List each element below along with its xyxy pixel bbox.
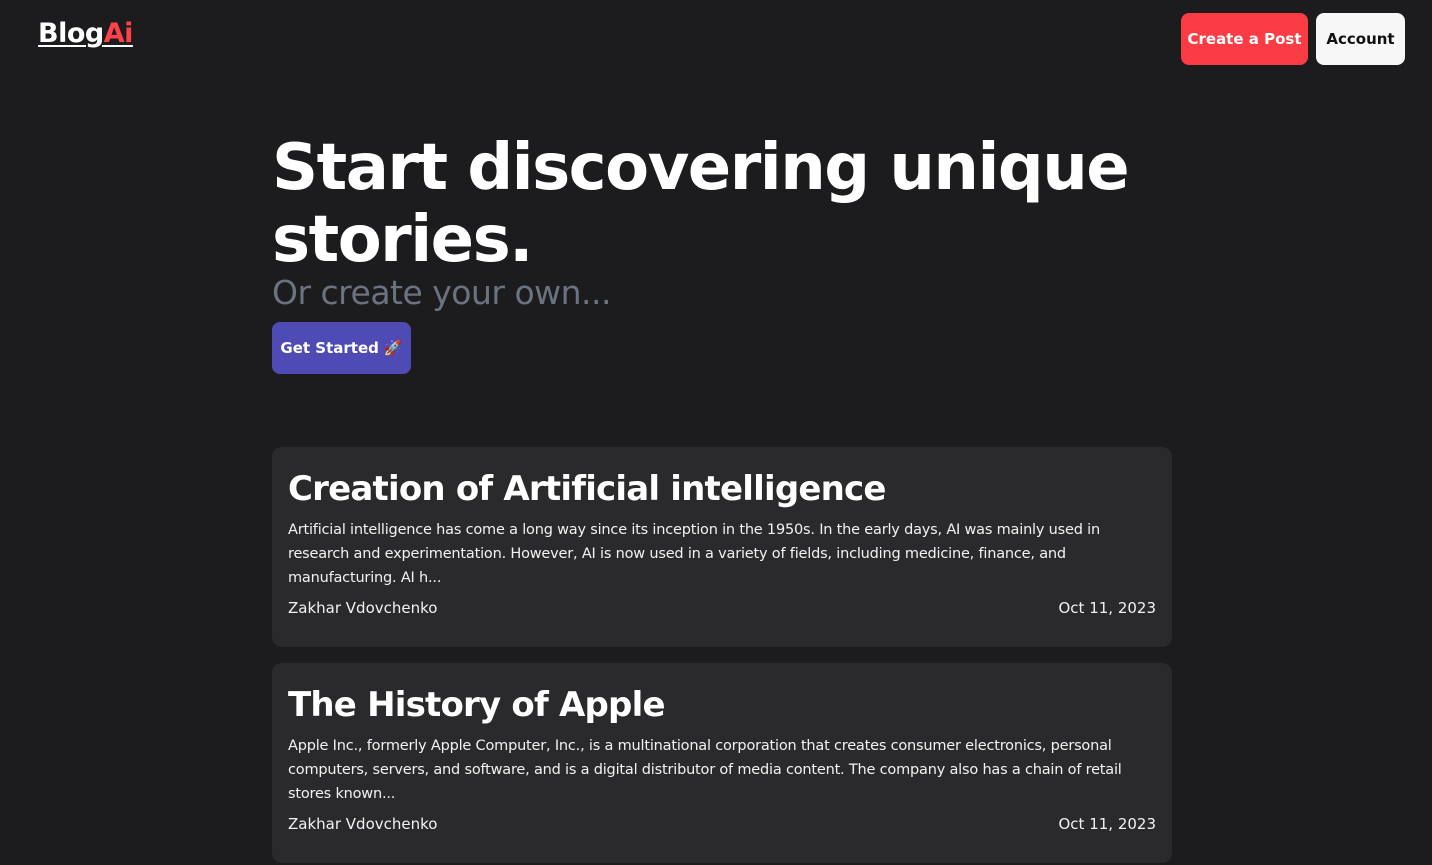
account-button[interactable]: Account (1316, 13, 1405, 65)
post-card[interactable]: The History of Apple Apple Inc., formerl… (272, 663, 1172, 863)
create-post-button[interactable]: Create a Post (1181, 13, 1308, 65)
hero-title: Start discovering unique stories. (272, 131, 1130, 277)
logo-main-text: Blog (38, 18, 104, 49)
hero-subtitle: Or create your own... (272, 273, 612, 312)
post-author: Zakhar Vdovchenko (288, 599, 438, 617)
post-date: Oct 11, 2023 (1058, 815, 1157, 833)
post-title: The History of Apple (288, 685, 666, 725)
rocket-icon: 🚀 (383, 339, 403, 357)
post-excerpt: Apple Inc., formerly Apple Computer, Inc… (288, 738, 1122, 802)
get-started-button[interactable]: Get Started 🚀 (272, 322, 411, 374)
site-logo[interactable]: BlogAi (38, 18, 133, 49)
logo-accent-text: Ai (103, 18, 134, 49)
post-excerpt: Artificial intelligence has come a long … (288, 522, 1100, 586)
top-nav: BlogAi Create a Post Account (0, 0, 1432, 78)
page: BlogAi Create a Post Account Start disco… (0, 0, 1432, 865)
post-date: Oct 11, 2023 (1058, 599, 1157, 617)
post-author: Zakhar Vdovchenko (288, 815, 438, 833)
post-card[interactable]: Creation of Artificial intelligence Arti… (272, 447, 1172, 647)
post-title: Creation of Artificial intelligence (288, 469, 886, 509)
get-started-label: Get Started (280, 339, 379, 357)
